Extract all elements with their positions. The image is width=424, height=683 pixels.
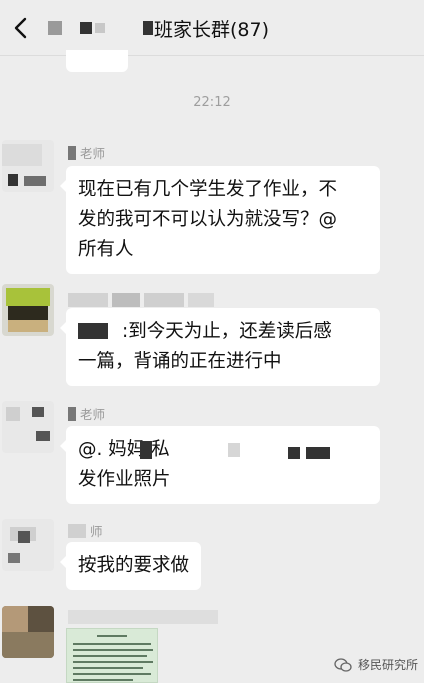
message-timestamp: 22:12	[193, 95, 231, 110]
group-name: 班家长群(87)	[154, 18, 270, 41]
chat-title: 班家长群(87)	[48, 14, 269, 42]
chat-header: 班家长群(87)	[0, 0, 424, 56]
chevron-left-icon	[14, 17, 27, 39]
message-bubble[interactable]: :到今天为止，还差读后感 一篇，背诵的正在进行中	[60, 308, 380, 386]
wechat-icon	[334, 657, 352, 672]
avatar[interactable]	[2, 519, 54, 571]
watermark: 移民研究所	[334, 656, 418, 673]
sender-name: 师	[68, 521, 103, 540]
message-line: 发作业照片	[78, 469, 171, 490]
avatar[interactable]	[2, 140, 54, 192]
homework-photo-thumbnail[interactable]	[66, 628, 158, 683]
previous-message-bubble[interactable]	[66, 50, 128, 72]
avatar[interactable]	[2, 606, 54, 658]
sender-name: 老师	[68, 143, 105, 162]
redaction-block	[143, 21, 153, 35]
message-line: 按我的要求做	[78, 555, 190, 576]
sender-name: 老师	[68, 404, 105, 423]
avatar[interactable]	[2, 284, 54, 336]
message-line: 一篇，背诵的正在进行中	[78, 351, 282, 372]
sender-name	[68, 293, 218, 307]
message-bubble[interactable]: 按我的要求做	[59, 542, 202, 590]
back-button[interactable]	[8, 14, 36, 42]
message-line: 所有人	[78, 239, 134, 260]
message-line: @. 妈妈 私	[78, 435, 368, 465]
message-line: :到今天为止，还差读后感	[78, 317, 368, 347]
message-bubble[interactable]: 现在已有几个学生发了作业，不 发的我可不可以认为就没写？@ 所有人	[60, 166, 380, 274]
redaction-block	[48, 21, 62, 35]
sender-name	[68, 610, 222, 624]
redaction-block	[80, 22, 92, 34]
watermark-text: 移民研究所	[357, 658, 418, 672]
message-line: 发的我可不可以认为就没写？@	[78, 209, 338, 230]
message-bubble[interactable]: @. 妈妈 私 发作业照片	[60, 426, 380, 504]
message-line: 现在已有几个学生发了作业，不	[78, 179, 338, 200]
avatar[interactable]	[2, 401, 54, 453]
redaction-block	[95, 23, 105, 33]
